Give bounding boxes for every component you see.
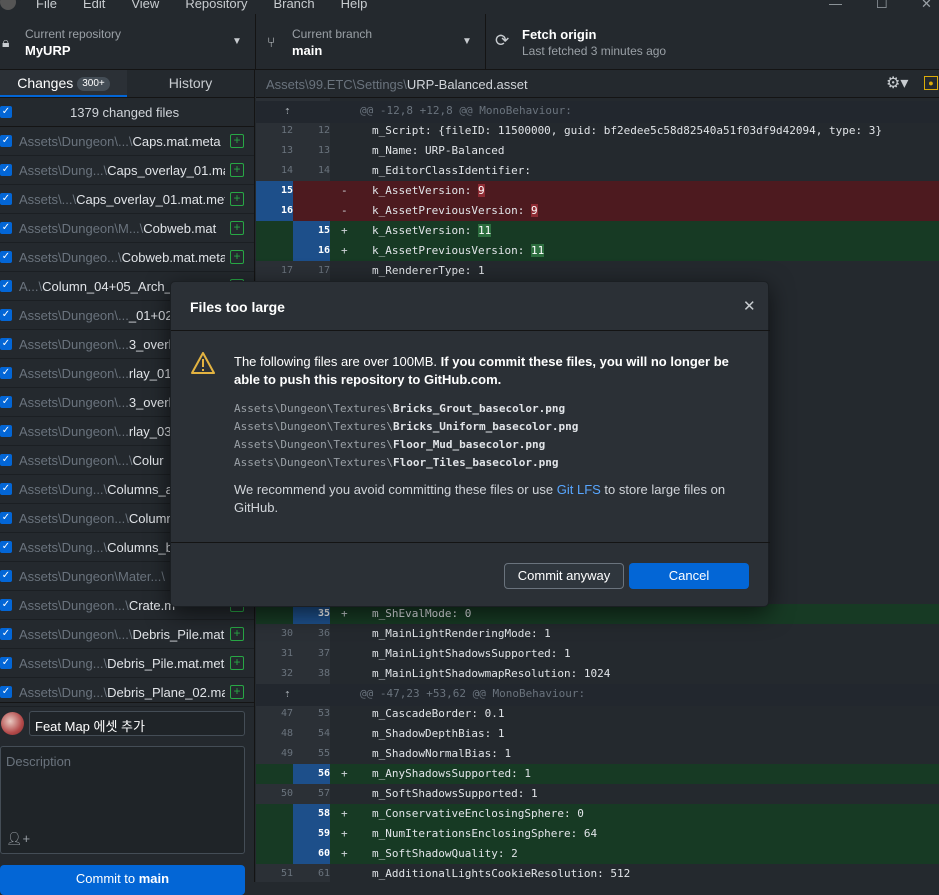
large-file-item: Assets\Dungeon\Textures\Bricks_Grout_bas… — [234, 400, 578, 418]
large-file-item: Assets\Dungeon\Textures\Bricks_Uniform_b… — [234, 418, 578, 436]
warning-icon — [191, 352, 215, 374]
large-file-item: Assets\Dungeon\Textures\Floor_Tiles_base… — [234, 454, 578, 472]
rec-before: We recommend you avoid committing these … — [234, 482, 557, 497]
large-file-list: Assets\Dungeon\Textures\Bricks_Grout_bas… — [234, 400, 578, 472]
dialog-message-plain: The following files are over 100MB. — [234, 354, 441, 369]
files-too-large-dialog: Files too large ✕ The following files ar… — [170, 281, 770, 608]
dialog-title: Files too large — [190, 299, 285, 315]
dialog-message: The following files are over 100MB. If y… — [234, 353, 754, 389]
dialog-header: Files too large ✕ — [171, 282, 770, 331]
recommendation-text: We recommend you avoid committing these … — [234, 481, 754, 517]
large-file-dir: Assets\Dungeon\Textures\ — [234, 420, 393, 433]
close-icon[interactable]: ✕ — [743, 297, 756, 315]
large-file-dir: Assets\Dungeon\Textures\ — [234, 438, 393, 451]
commit-anyway-button[interactable]: Commit anyway — [504, 563, 624, 589]
large-file-name: Bricks_Grout_basecolor.png — [392, 402, 566, 415]
large-file-item: Assets\Dungeon\Textures\Floor_Mud_baseco… — [234, 436, 578, 454]
git-lfs-link[interactable]: Git LFS — [557, 482, 601, 497]
large-file-name: Bricks_Uniform_basecolor.png — [392, 420, 579, 433]
cancel-button[interactable]: Cancel — [629, 563, 749, 589]
large-file-name: Floor_Mud_basecolor.png — [392, 438, 546, 451]
large-file-name: Floor_Tiles_basecolor.png — [392, 456, 559, 469]
large-file-dir: Assets\Dungeon\Textures\ — [234, 402, 393, 415]
large-file-dir: Assets\Dungeon\Textures\ — [234, 456, 393, 469]
dialog-footer: Commit anyway Cancel — [171, 542, 770, 608]
